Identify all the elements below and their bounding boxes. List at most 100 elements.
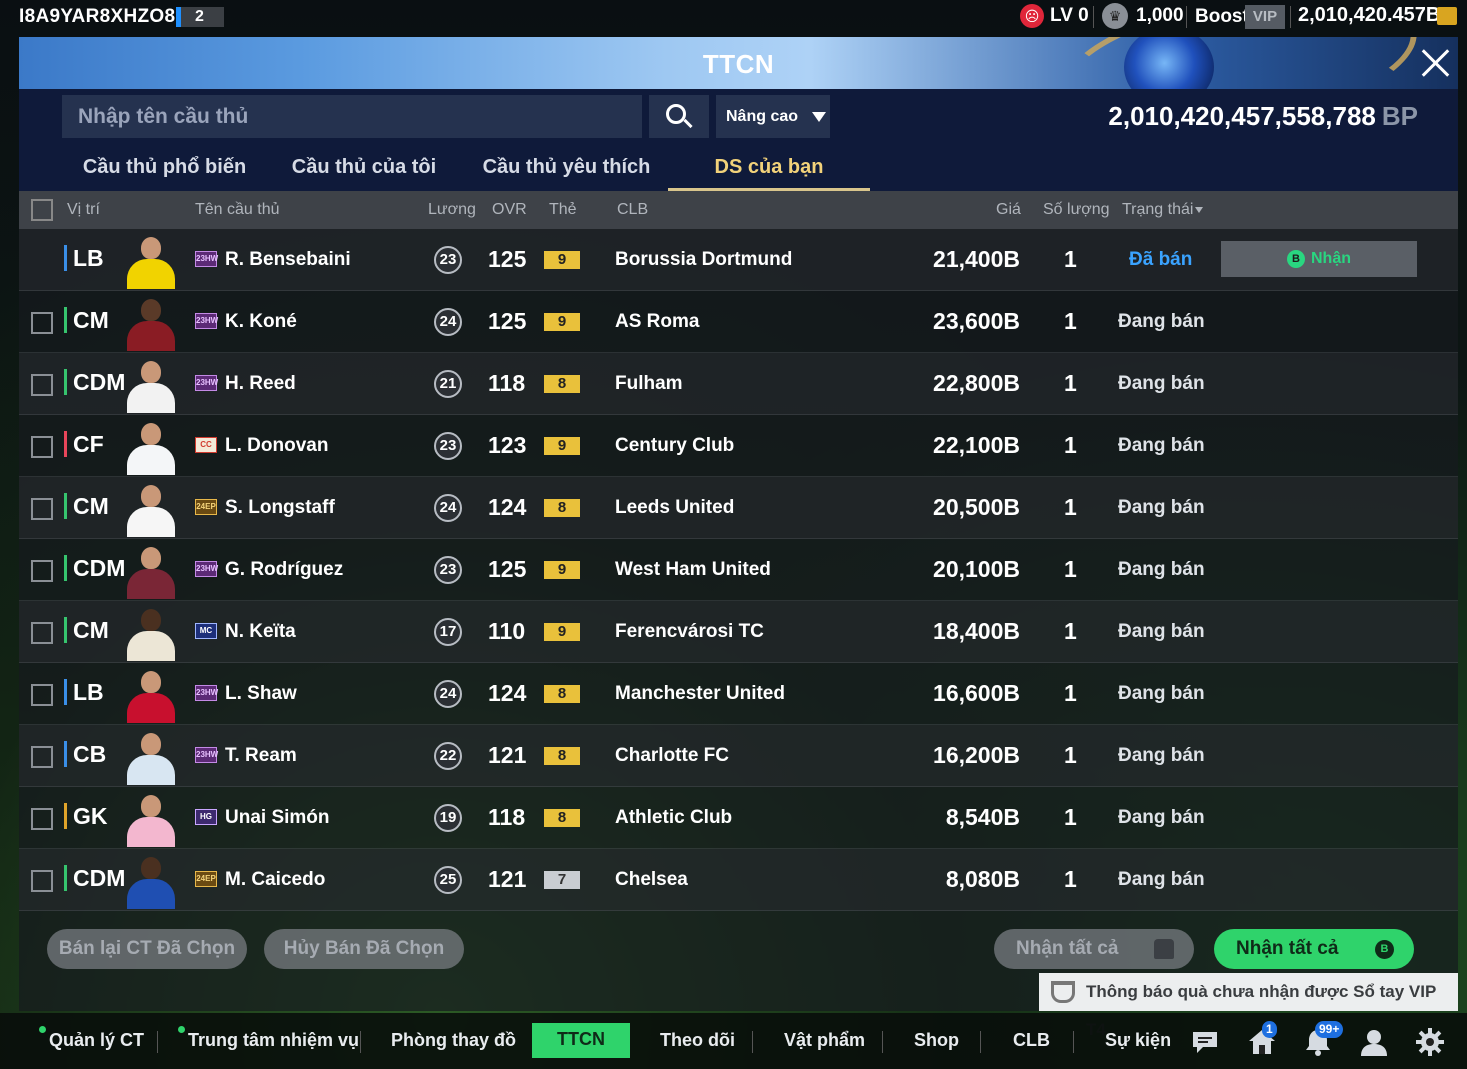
ovr-value: 121 bbox=[488, 742, 527, 768]
price-value: 16,200B bbox=[933, 742, 1020, 768]
table-row[interactable]: CM MC N. Keïta 17 110 9 Ferencvárosi TC … bbox=[19, 601, 1458, 663]
table-row[interactable]: CDM 23HW G. Rodríguez 23 125 9 West Ham … bbox=[19, 539, 1458, 601]
club-name: Charlotte FC bbox=[615, 745, 729, 766]
row-checkbox[interactable] bbox=[31, 374, 53, 396]
claim-button[interactable]: B Nhận bbox=[1221, 241, 1417, 277]
player-name[interactable]: M. Caicedo bbox=[225, 869, 325, 891]
row-checkbox[interactable] bbox=[31, 746, 53, 768]
nav-locker-room[interactable]: Phòng thay đồ bbox=[391, 1030, 516, 1051]
id-badge: 2 bbox=[176, 7, 224, 27]
season-badge: 23HW bbox=[195, 561, 218, 577]
nav-events[interactable]: Sự kiện bbox=[1105, 1030, 1171, 1051]
vip-badge[interactable]: VIP bbox=[1245, 5, 1285, 29]
card-grade: 9 bbox=[544, 313, 580, 331]
player-name[interactable]: K. Koné bbox=[225, 311, 297, 333]
jersey-shape bbox=[127, 321, 175, 351]
resell-selected-button[interactable]: Bán lại CT Đã Chọn bbox=[47, 929, 247, 969]
row-checkbox[interactable] bbox=[31, 312, 53, 334]
table-row[interactable]: GK HG Unai Simón 19 118 8 Athletic Club … bbox=[19, 787, 1458, 849]
row-checkbox[interactable] bbox=[31, 498, 53, 520]
page-title: TTCN bbox=[702, 49, 775, 79]
search-input[interactable] bbox=[62, 95, 642, 138]
header-position[interactable]: Vị trí bbox=[67, 201, 100, 219]
status-badge: Đã bán bbox=[1129, 249, 1193, 270]
table-row[interactable]: CM 24EP S. Longstaff 24 124 8 Leeds Unit… bbox=[19, 477, 1458, 539]
claim-all-items-button[interactable]: Nhận tất cả bbox=[994, 929, 1194, 969]
status-badge: Đang bán bbox=[1118, 311, 1205, 332]
club-name: Manchester United bbox=[615, 683, 785, 704]
cancel-selected-button[interactable]: Hủy Bán Đã Chọn bbox=[264, 929, 464, 969]
tab-my-players[interactable]: Cầu thủ của tôi bbox=[274, 144, 454, 191]
header-card[interactable]: Thẻ bbox=[549, 201, 577, 219]
player-name[interactable]: Unai Simón bbox=[225, 807, 330, 829]
nav-shop[interactable]: Shop bbox=[914, 1030, 959, 1051]
nav-transfer-market[interactable]: TTCN bbox=[532, 1023, 630, 1058]
player-name[interactable]: L. Donovan bbox=[225, 435, 328, 457]
header-club[interactable]: CLB bbox=[617, 201, 648, 219]
row-checkbox[interactable] bbox=[31, 684, 53, 706]
table-row[interactable]: CDM 24EP M. Caicedo 25 121 7 Chelsea 8,0… bbox=[19, 849, 1458, 911]
nav-items[interactable]: Vật phẩm bbox=[784, 1030, 865, 1051]
bp-coin-icon[interactable] bbox=[1437, 7, 1457, 25]
window-header: TTCN bbox=[19, 37, 1458, 89]
claim-all-bp-button[interactable]: Nhận tất cả B bbox=[1214, 929, 1414, 969]
wage-badge: 25 bbox=[434, 866, 462, 894]
chat-icon[interactable] bbox=[1190, 1027, 1220, 1057]
vip-notice-banner[interactable]: Thông báo quà chưa nhận được Sổ tay VIP … bbox=[1039, 973, 1458, 1039]
header-quantity[interactable]: Số lượng bbox=[1043, 201, 1110, 219]
divider bbox=[1073, 1031, 1074, 1053]
profile-icon[interactable] bbox=[1359, 1027, 1389, 1057]
tab-my-listings[interactable]: DS của bạn bbox=[668, 144, 870, 191]
header-wage[interactable]: Lương bbox=[428, 201, 476, 219]
boost-label[interactable]: Boost bbox=[1195, 6, 1249, 28]
table-row[interactable]: LB 23HW L. Shaw 24 124 8 Manchester Unit… bbox=[19, 663, 1458, 725]
player-name[interactable]: R. Bensebaini bbox=[225, 249, 351, 271]
jersey-shape bbox=[127, 507, 175, 537]
player-name[interactable]: S. Longstaff bbox=[225, 497, 335, 519]
table-row[interactable]: CF CC L. Donovan 23 123 9 Century Club 2… bbox=[19, 415, 1458, 477]
header-price[interactable]: Giá bbox=[996, 201, 1021, 219]
bell-icon[interactable]: 99+ bbox=[1303, 1021, 1344, 1057]
row-checkbox[interactable] bbox=[31, 808, 53, 830]
close-icon[interactable] bbox=[1417, 45, 1453, 81]
position-label: CF bbox=[64, 431, 104, 457]
player-name[interactable]: G. Rodríguez bbox=[225, 559, 343, 581]
table-row[interactable]: CM 23HW K. Koné 24 125 9 AS Roma 23,600B… bbox=[19, 291, 1458, 353]
player-name[interactable]: N. Keïta bbox=[225, 621, 296, 643]
divider bbox=[1186, 6, 1187, 28]
settings-gear-icon[interactable] bbox=[1415, 1027, 1445, 1057]
player-name[interactable]: L. Shaw bbox=[225, 683, 297, 705]
divider bbox=[1093, 6, 1094, 28]
home-icon[interactable]: 1 bbox=[1247, 1021, 1277, 1057]
row-checkbox[interactable] bbox=[31, 436, 53, 458]
header-player[interactable]: Tên cầu thủ bbox=[195, 201, 280, 219]
tab-popular-players[interactable]: Cầu thủ phổ biến bbox=[67, 144, 262, 191]
nav-player-management[interactable]: Quản lý CT bbox=[49, 1030, 144, 1051]
search-button[interactable] bbox=[649, 95, 709, 138]
position-label: GK bbox=[64, 803, 108, 829]
table-row[interactable]: CB 23HW T. Ream 22 121 8 Charlotte FC 16… bbox=[19, 725, 1458, 787]
player-name[interactable]: T. Ream bbox=[225, 745, 297, 767]
advanced-filter-dropdown[interactable]: Nâng cao bbox=[716, 95, 830, 138]
header-ovr[interactable]: OVR bbox=[492, 201, 527, 219]
row-checkbox[interactable] bbox=[31, 870, 53, 892]
coin-display[interactable]: ♛ 1,000 bbox=[1102, 3, 1184, 29]
nav-club[interactable]: CLB bbox=[1013, 1030, 1050, 1051]
player-name[interactable]: H. Reed bbox=[225, 373, 296, 395]
nav-watchlist[interactable]: Theo dõi bbox=[660, 1030, 735, 1051]
price-value: 23,600B bbox=[933, 308, 1020, 334]
select-all-checkbox[interactable] bbox=[31, 199, 53, 221]
tab-favorite-players[interactable]: Cầu thủ yêu thích bbox=[474, 144, 659, 191]
row-checkbox[interactable] bbox=[31, 622, 53, 644]
table-row[interactable]: LB 23HW R. Bensebaini 23 125 9 Borussia … bbox=[19, 229, 1458, 291]
header-status[interactable]: Trạng thái bbox=[1122, 201, 1204, 219]
table-row[interactable]: CDM 23HW H. Reed 21 118 8 Fulham 22,800B… bbox=[19, 353, 1458, 415]
bp-total-amount: 2,010,420,457,558,788 bbox=[1108, 101, 1376, 131]
nav-mission-center[interactable]: Trung tâm nhiệm vụ bbox=[188, 1030, 359, 1051]
row-checkbox[interactable] bbox=[31, 560, 53, 582]
tab-bar: Cầu thủ phổ biến Cầu thủ của tôi Cầu thủ… bbox=[19, 144, 1458, 191]
wage-badge: 24 bbox=[434, 308, 462, 336]
club-name: AS Roma bbox=[615, 311, 700, 332]
card-grade: 9 bbox=[544, 561, 580, 579]
club-name: Ferencvárosi TC bbox=[615, 621, 764, 642]
